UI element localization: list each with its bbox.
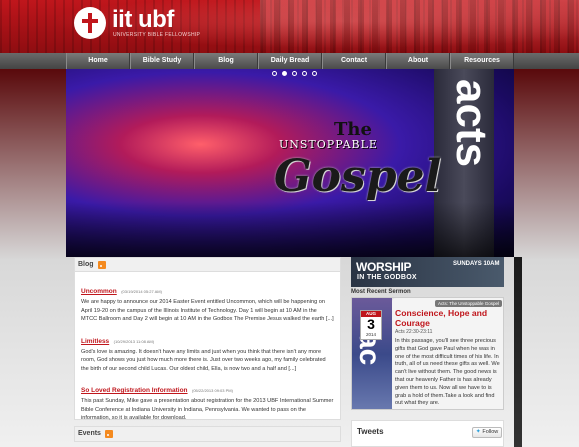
hero-slider[interactable]: acts The UNSTOPPABLE Gospel bbox=[66, 69, 514, 257]
follow-button[interactable]: ✦ Follow bbox=[472, 427, 502, 438]
header-banner: iit ubf UNIVERSITY BIBLE FELLOWSHIP bbox=[0, 0, 579, 53]
tweets-heading: Tweets bbox=[357, 427, 384, 436]
sermon-content: Acts: The Unstoppable Gospel Conscience,… bbox=[392, 298, 503, 409]
events-heading: Events bbox=[78, 430, 101, 437]
post-date: (10/29/2013 11:08 AM) bbox=[113, 338, 155, 344]
right-dark-strip bbox=[514, 257, 522, 447]
blog-panel: Blog Uncommon (03/19/2014 05:27 AM) We a… bbox=[74, 257, 341, 423]
rss-icon[interactable] bbox=[104, 430, 113, 438]
calendar-icon: AUG 3 2014 bbox=[360, 310, 382, 340]
slide-title-the: The bbox=[334, 119, 372, 140]
worship-title: WORSHIP bbox=[356, 260, 412, 274]
logo-cross-icon[interactable] bbox=[74, 7, 106, 39]
calendar-day: 3 bbox=[367, 316, 375, 332]
post-body: This past Sunday, Mike gave a presentati… bbox=[81, 398, 334, 421]
worship-subtitle: IN THE GODBOX bbox=[357, 274, 417, 281]
blog-post: So Loved Registration Information (05/22… bbox=[75, 373, 340, 423]
post-date: (05/22/2013 09:03 PM) bbox=[192, 388, 233, 393]
slide-title-gospel: Gospel bbox=[274, 151, 442, 202]
building-photo bbox=[260, 0, 579, 53]
sermon-series-tag[interactable]: Acts: The Unstoppable Gospel bbox=[435, 300, 502, 307]
blog-post: Limitless (10/29/2013 11:08 AM) God's lo… bbox=[75, 324, 340, 374]
nav-home[interactable]: Home bbox=[66, 53, 130, 69]
acts-side-text: acts bbox=[447, 79, 496, 168]
post-body: God's love is amazing. It doesn't have a… bbox=[81, 348, 326, 372]
post-body: We are happy to announce our 2014 Easter… bbox=[81, 299, 334, 322]
events-header: Events bbox=[74, 426, 341, 442]
slider-dot[interactable] bbox=[312, 71, 317, 76]
cross-horizontal bbox=[82, 19, 98, 23]
nav-blog[interactable]: Blog bbox=[194, 53, 258, 69]
slider-dot[interactable] bbox=[272, 71, 277, 76]
slider-dots bbox=[272, 71, 317, 76]
post-title[interactable]: So Loved Registration Information bbox=[81, 387, 188, 394]
nav-bible-study[interactable]: Bible Study bbox=[130, 53, 194, 69]
rss-icon[interactable] bbox=[97, 260, 106, 269]
post-title[interactable]: Limitless bbox=[81, 338, 109, 345]
sermon-title[interactable]: Conscience, Hope and Courage bbox=[395, 307, 502, 328]
nav-about[interactable]: About bbox=[386, 53, 450, 69]
slider-dot[interactable] bbox=[292, 71, 297, 76]
nav-bar-right bbox=[514, 53, 579, 69]
cross-vertical bbox=[88, 13, 92, 33]
nav-resources[interactable]: Resources bbox=[450, 53, 514, 69]
follow-label: Follow bbox=[482, 429, 499, 435]
worship-time: SUNDAYS 10AM bbox=[453, 261, 500, 267]
main-nav: Home Bible Study Blog Daily Bread Contac… bbox=[66, 53, 514, 69]
nav-bar-left bbox=[0, 53, 66, 69]
nav-contact[interactable]: Contact bbox=[322, 53, 386, 69]
sermon-card: ac AUG 3 2014 Acts: The Unstoppable Gosp… bbox=[351, 297, 504, 410]
slider-dot-active[interactable] bbox=[282, 71, 287, 76]
blog-header: Blog bbox=[75, 258, 340, 272]
sermon-body: In this passage, you'll see three precio… bbox=[395, 338, 500, 407]
sermon-reference: Acts 22:30-23:11 bbox=[395, 329, 433, 335]
worship-banner[interactable]: WORSHIP IN THE GODBOX SUNDAYS 10AM bbox=[351, 257, 504, 287]
logo-text[interactable]: iit ubf bbox=[112, 6, 174, 34]
slider-dot[interactable] bbox=[302, 71, 307, 76]
blog-post: Uncommon (03/19/2014 05:27 AM) We are ha… bbox=[75, 272, 340, 324]
nav-daily-bread[interactable]: Daily Bread bbox=[258, 53, 322, 69]
logo-subtitle: UNIVERSITY BIBLE FELLOWSHIP bbox=[113, 32, 201, 38]
twitter-bird-icon: ✦ bbox=[475, 429, 481, 435]
post-title[interactable]: Uncommon bbox=[81, 288, 117, 295]
tweets-panel: Tweets ✦ Follow bbox=[351, 420, 504, 447]
sermon-section-label: Most Recent Sermon bbox=[351, 289, 411, 295]
slide-bottom-fade bbox=[66, 202, 514, 257]
blog-heading: Blog bbox=[78, 260, 94, 268]
sermon-artwork: ac AUG 3 2014 bbox=[352, 298, 392, 409]
slide-title-unstoppable: UNSTOPPABLE bbox=[279, 138, 378, 151]
post-date: (03/19/2014 05:27 AM) bbox=[121, 289, 162, 294]
calendar-year: 2014 bbox=[365, 332, 376, 337]
